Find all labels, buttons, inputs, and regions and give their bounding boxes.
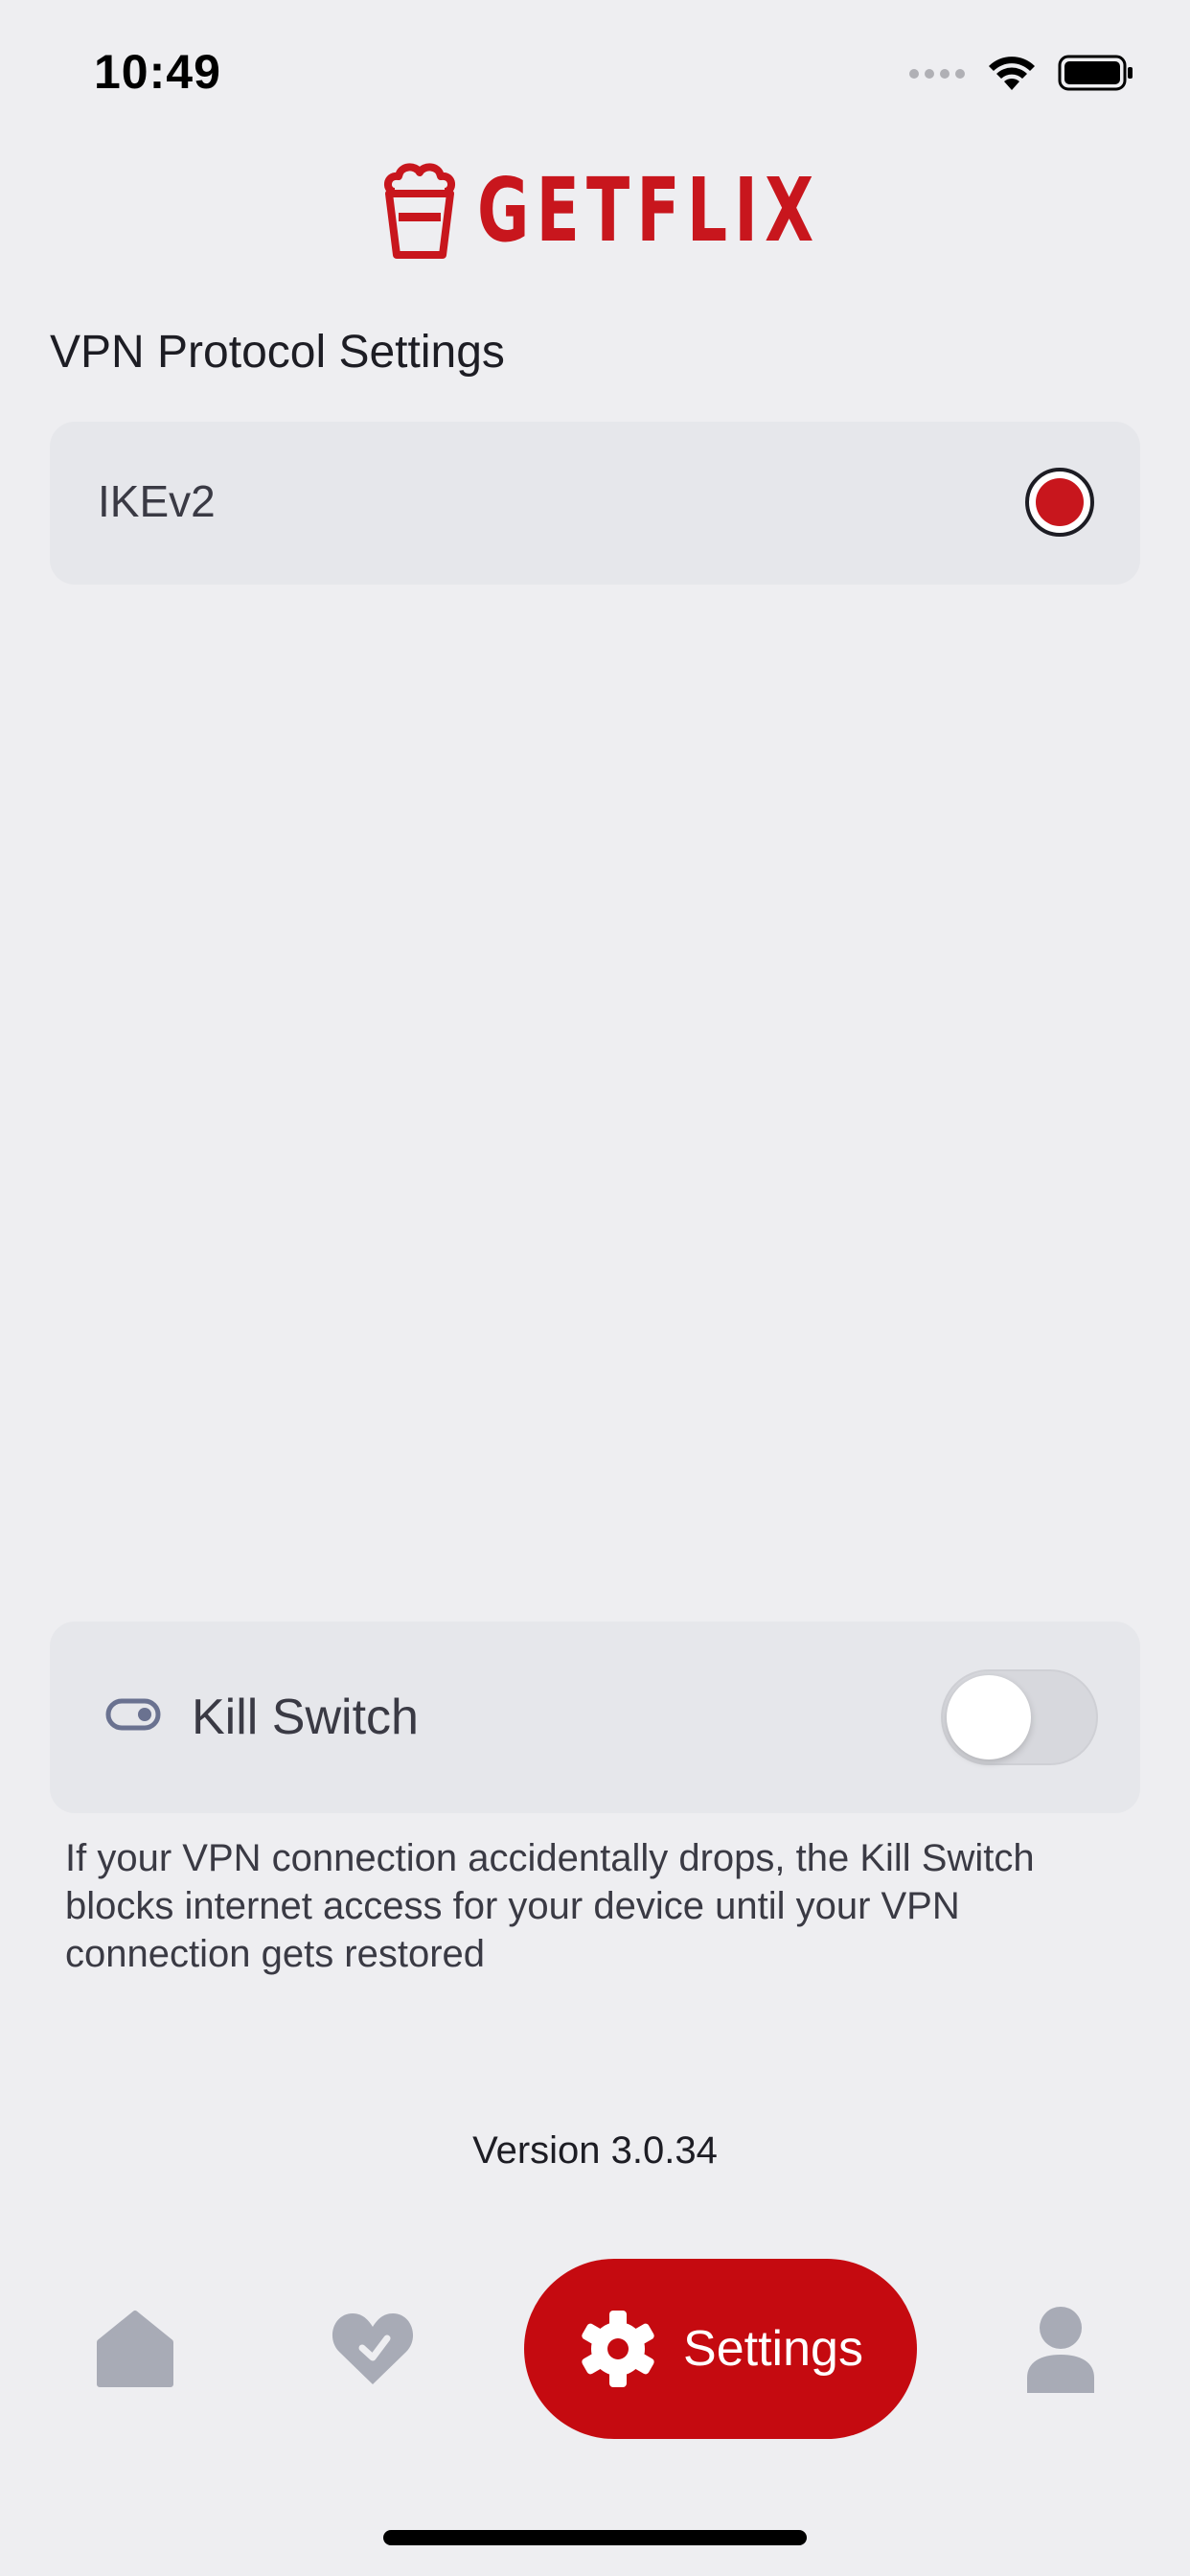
home-icon xyxy=(97,2311,173,2387)
tab-settings-label: Settings xyxy=(683,2321,863,2377)
toggle-switch-icon xyxy=(105,1698,161,1731)
toggle-knob xyxy=(947,1675,1031,1760)
kill-switch-row: Kill Switch xyxy=(50,1622,1140,1813)
battery-icon xyxy=(1058,55,1133,91)
heart-icon xyxy=(332,2313,414,2384)
logo-text: GETFLIX xyxy=(477,159,821,262)
popcorn-logo-icon xyxy=(384,163,455,259)
getflix-logo: GETFLIX xyxy=(381,163,954,259)
vpn-protocol-title: VPN Protocol Settings xyxy=(50,327,505,378)
radio-selected-dot xyxy=(1036,478,1084,526)
app-version: Version 3.0.34 xyxy=(472,2129,718,2172)
tab-settings[interactable]: Settings xyxy=(524,2259,917,2439)
status-time: 10:49 xyxy=(94,45,221,99)
cellular-signal-icon xyxy=(909,69,965,79)
kill-switch-toggle[interactable] xyxy=(941,1669,1098,1765)
tab-favorites[interactable] xyxy=(330,2310,416,2393)
protocol-option-ikev2[interactable]: IKEv2 xyxy=(50,422,1140,585)
kill-switch-label: Kill Switch xyxy=(192,1690,419,1745)
gear-icon xyxy=(582,2311,654,2387)
tab-profile[interactable] xyxy=(1025,2305,1096,2398)
home-indicator xyxy=(383,2530,807,2545)
kill-switch-description: If your VPN connection accidentally drop… xyxy=(65,1837,1035,1975)
protocol-radio-button[interactable] xyxy=(1025,468,1094,537)
user-icon xyxy=(1027,2307,1094,2393)
status-icons xyxy=(908,54,1134,92)
wifi-icon xyxy=(989,57,1035,90)
tab-home[interactable] xyxy=(96,2310,174,2393)
protocol-label: IKEv2 xyxy=(98,476,216,526)
settings-screen: 10:49 GETFLIX VPN Protocol Settings IKEv… xyxy=(0,0,1190,2576)
